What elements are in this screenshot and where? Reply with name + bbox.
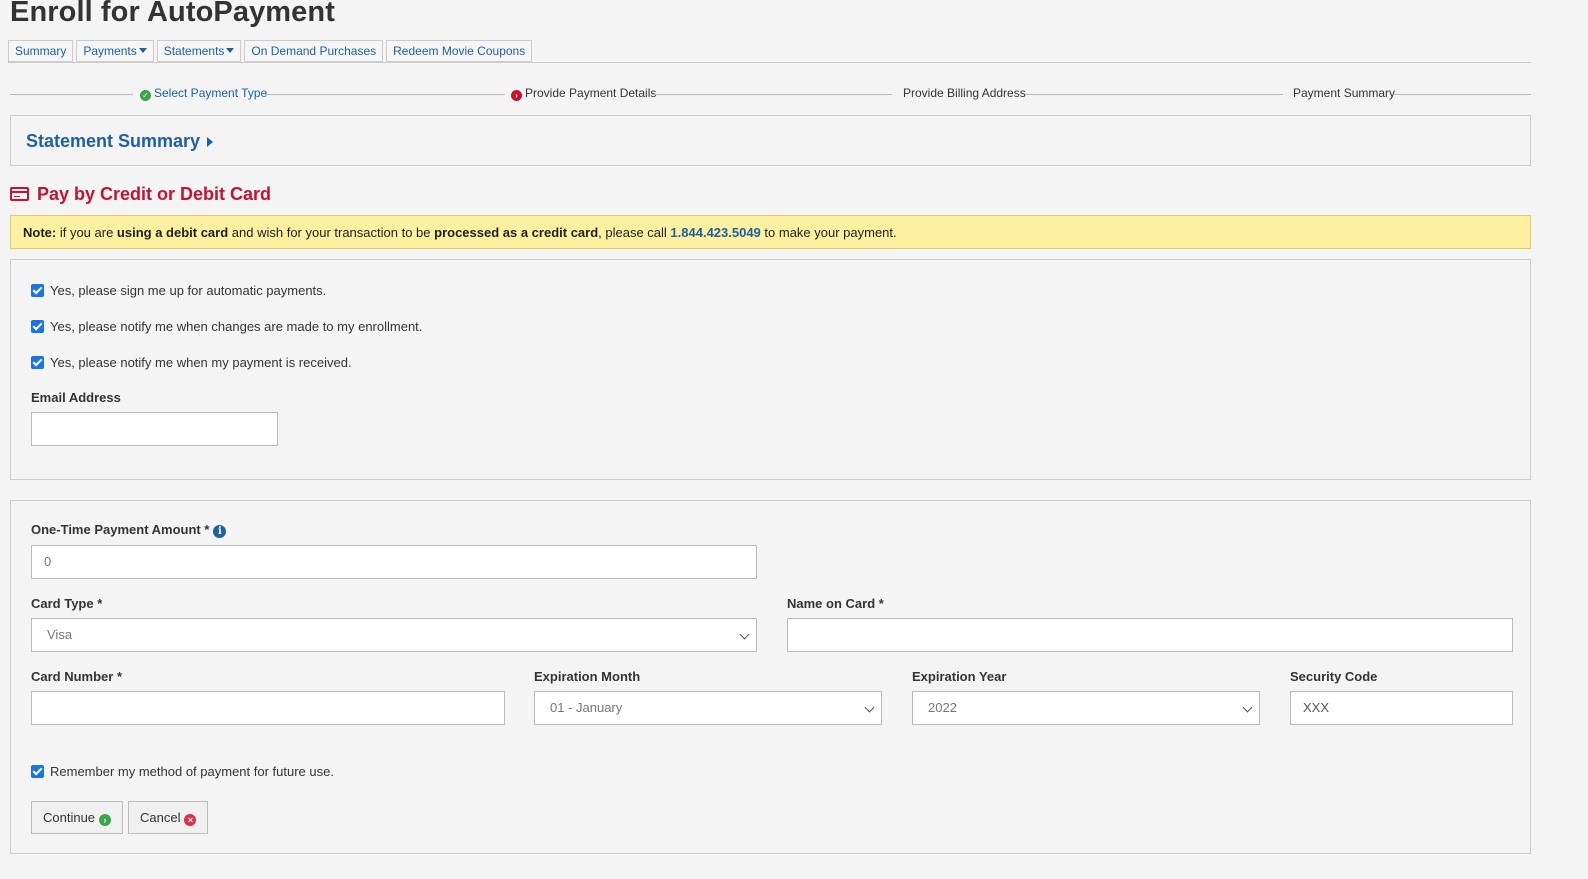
close-circle-icon: × bbox=[184, 814, 197, 826]
progress-steps: ✓ Select Payment Type › Provide Payment De… bbox=[10, 85, 1531, 103]
caret-down-icon bbox=[138, 48, 147, 53]
note-bold: processed as a credit card bbox=[434, 225, 599, 240]
chevron-circle-right-icon: › bbox=[511, 90, 522, 101]
exp-month-label: Expiration Month bbox=[534, 669, 641, 684]
info-icon[interactable]: i bbox=[213, 525, 227, 538]
step-connector bbox=[10, 94, 133, 95]
step-connector bbox=[265, 94, 505, 95]
checkbox-label: Yes, please notify me when my payment is… bbox=[50, 355, 352, 370]
name-on-card-label: Name on Card * bbox=[787, 596, 884, 611]
card-type-label: Card Type * bbox=[31, 596, 103, 611]
note-prefix: Note: bbox=[23, 225, 57, 240]
email-input[interactable] bbox=[31, 412, 278, 446]
card-number-label: Card Number * bbox=[31, 669, 123, 684]
tab-label: Payments bbox=[83, 44, 137, 58]
note-text: , please call bbox=[598, 225, 671, 240]
card-number-input[interactable] bbox=[31, 691, 505, 725]
statement-summary-label: Statement Summary bbox=[26, 131, 201, 151]
step-connector bbox=[1025, 94, 1283, 95]
card-type-select[interactable]: Visa bbox=[31, 618, 757, 652]
step-label: Provide Payment Details bbox=[525, 86, 657, 100]
continue-label: Continue bbox=[43, 810, 96, 825]
notify-payment-checkbox[interactable] bbox=[31, 356, 44, 369]
remember-payment-option: Remember my method of payment for future… bbox=[31, 764, 334, 779]
tab-bar: Summary Payments Statements On Demand Pu… bbox=[8, 40, 1531, 63]
note-bold: using a debit card bbox=[116, 225, 229, 240]
step-payment-summary: Payment Summary bbox=[1293, 86, 1395, 100]
checkbox-label: Yes, please sign me up for automatic pay… bbox=[50, 283, 327, 298]
step-connector bbox=[1394, 94, 1531, 95]
exp-year-value: 2022 bbox=[928, 700, 957, 715]
page-title: Enroll for AutoPayment bbox=[10, 0, 335, 28]
note-text: to make your payment. bbox=[760, 225, 897, 240]
notify-changes-checkbox[interactable] bbox=[31, 320, 44, 333]
autopay-checkbox[interactable] bbox=[31, 284, 44, 297]
step-label: Provide Billing Address bbox=[903, 86, 1026, 100]
step-provide-billing-address: Provide Billing Address bbox=[903, 86, 1026, 100]
enrollment-panel: Yes, please sign me up for automatic pay… bbox=[10, 259, 1531, 480]
cancel-label: Cancel bbox=[140, 810, 181, 825]
remember-payment-checkbox[interactable] bbox=[31, 765, 44, 778]
tab-label: On Demand Purchases bbox=[251, 44, 377, 58]
tab-label: Redeem Movie Coupons bbox=[393, 44, 526, 58]
security-code-input[interactable]: XXX bbox=[1290, 691, 1513, 725]
amount-label-text: One-Time Payment Amount * bbox=[31, 522, 210, 537]
payment-details-panel: One-Time Payment Amount * i 0 Card Type *… bbox=[10, 500, 1531, 854]
name-on-card-input[interactable] bbox=[787, 618, 1513, 652]
arrow-right-circle-icon: › bbox=[99, 814, 112, 826]
notify-changes-option: Yes, please notify me when changes are m… bbox=[31, 319, 422, 334]
caret-down-icon bbox=[226, 48, 235, 53]
tab-redeem-movie-coupons[interactable]: Redeem Movie Coupons bbox=[386, 40, 533, 62]
tab-label: Summary bbox=[15, 44, 67, 58]
continue-button[interactable]: Continue › bbox=[31, 801, 124, 834]
tab-statements[interactable]: Statements bbox=[156, 40, 242, 62]
statement-summary-panel: Statement Summary bbox=[10, 115, 1531, 166]
exp-year-select[interactable]: 2022 bbox=[912, 691, 1260, 725]
card-type-value: Visa bbox=[47, 627, 73, 642]
step-label: Select Payment Type bbox=[154, 86, 268, 100]
check-circle-icon: ✓ bbox=[140, 90, 151, 101]
section-title-text: Pay by Credit or Debit Card bbox=[37, 184, 272, 204]
debit-card-note: Note: if you are using a debit card and … bbox=[10, 215, 1531, 249]
notify-payment-option: Yes, please notify me when my payment is… bbox=[31, 355, 352, 370]
note-text: if you are bbox=[56, 225, 117, 240]
checkbox-label: Remember my method of payment for future… bbox=[50, 764, 334, 779]
email-label: Email Address bbox=[31, 390, 121, 405]
section-title: Pay by Credit or Debit Card bbox=[10, 184, 271, 205]
amount-label: One-Time Payment Amount * i bbox=[31, 522, 227, 538]
tab-summary[interactable]: Summary bbox=[8, 40, 74, 62]
autopay-option: Yes, please sign me up for automatic pay… bbox=[31, 283, 326, 298]
step-label: Payment Summary bbox=[1293, 86, 1396, 100]
security-code-label: Security Code bbox=[1290, 669, 1378, 684]
exp-month-value: 01 - January bbox=[550, 700, 623, 715]
caret-right-icon bbox=[207, 137, 214, 147]
checkbox-label: Yes, please notify me when changes are m… bbox=[50, 319, 423, 334]
statement-summary-toggle[interactable]: Statement Summary bbox=[26, 131, 214, 152]
step-connector bbox=[652, 94, 892, 95]
phone-link[interactable]: 1.844.423.5049 bbox=[670, 225, 760, 240]
tab-label: Statements bbox=[163, 44, 225, 58]
tab-payments[interactable]: Payments bbox=[76, 40, 154, 62]
tab-on-demand-purchases[interactable]: On Demand Purchases bbox=[244, 40, 384, 62]
step-provide-payment-details: › Provide Payment Details bbox=[511, 86, 656, 101]
amount-input[interactable]: 0 bbox=[31, 545, 757, 579]
step-select-payment-type[interactable]: ✓ Select Payment Type bbox=[140, 86, 267, 101]
exp-month-select[interactable]: 01 - January bbox=[534, 691, 882, 725]
credit-card-icon bbox=[10, 187, 29, 201]
exp-year-label: Expiration Year bbox=[912, 669, 1007, 684]
note-text: and wish for your transaction to be bbox=[228, 225, 435, 240]
cancel-button[interactable]: Cancel × bbox=[128, 801, 209, 834]
